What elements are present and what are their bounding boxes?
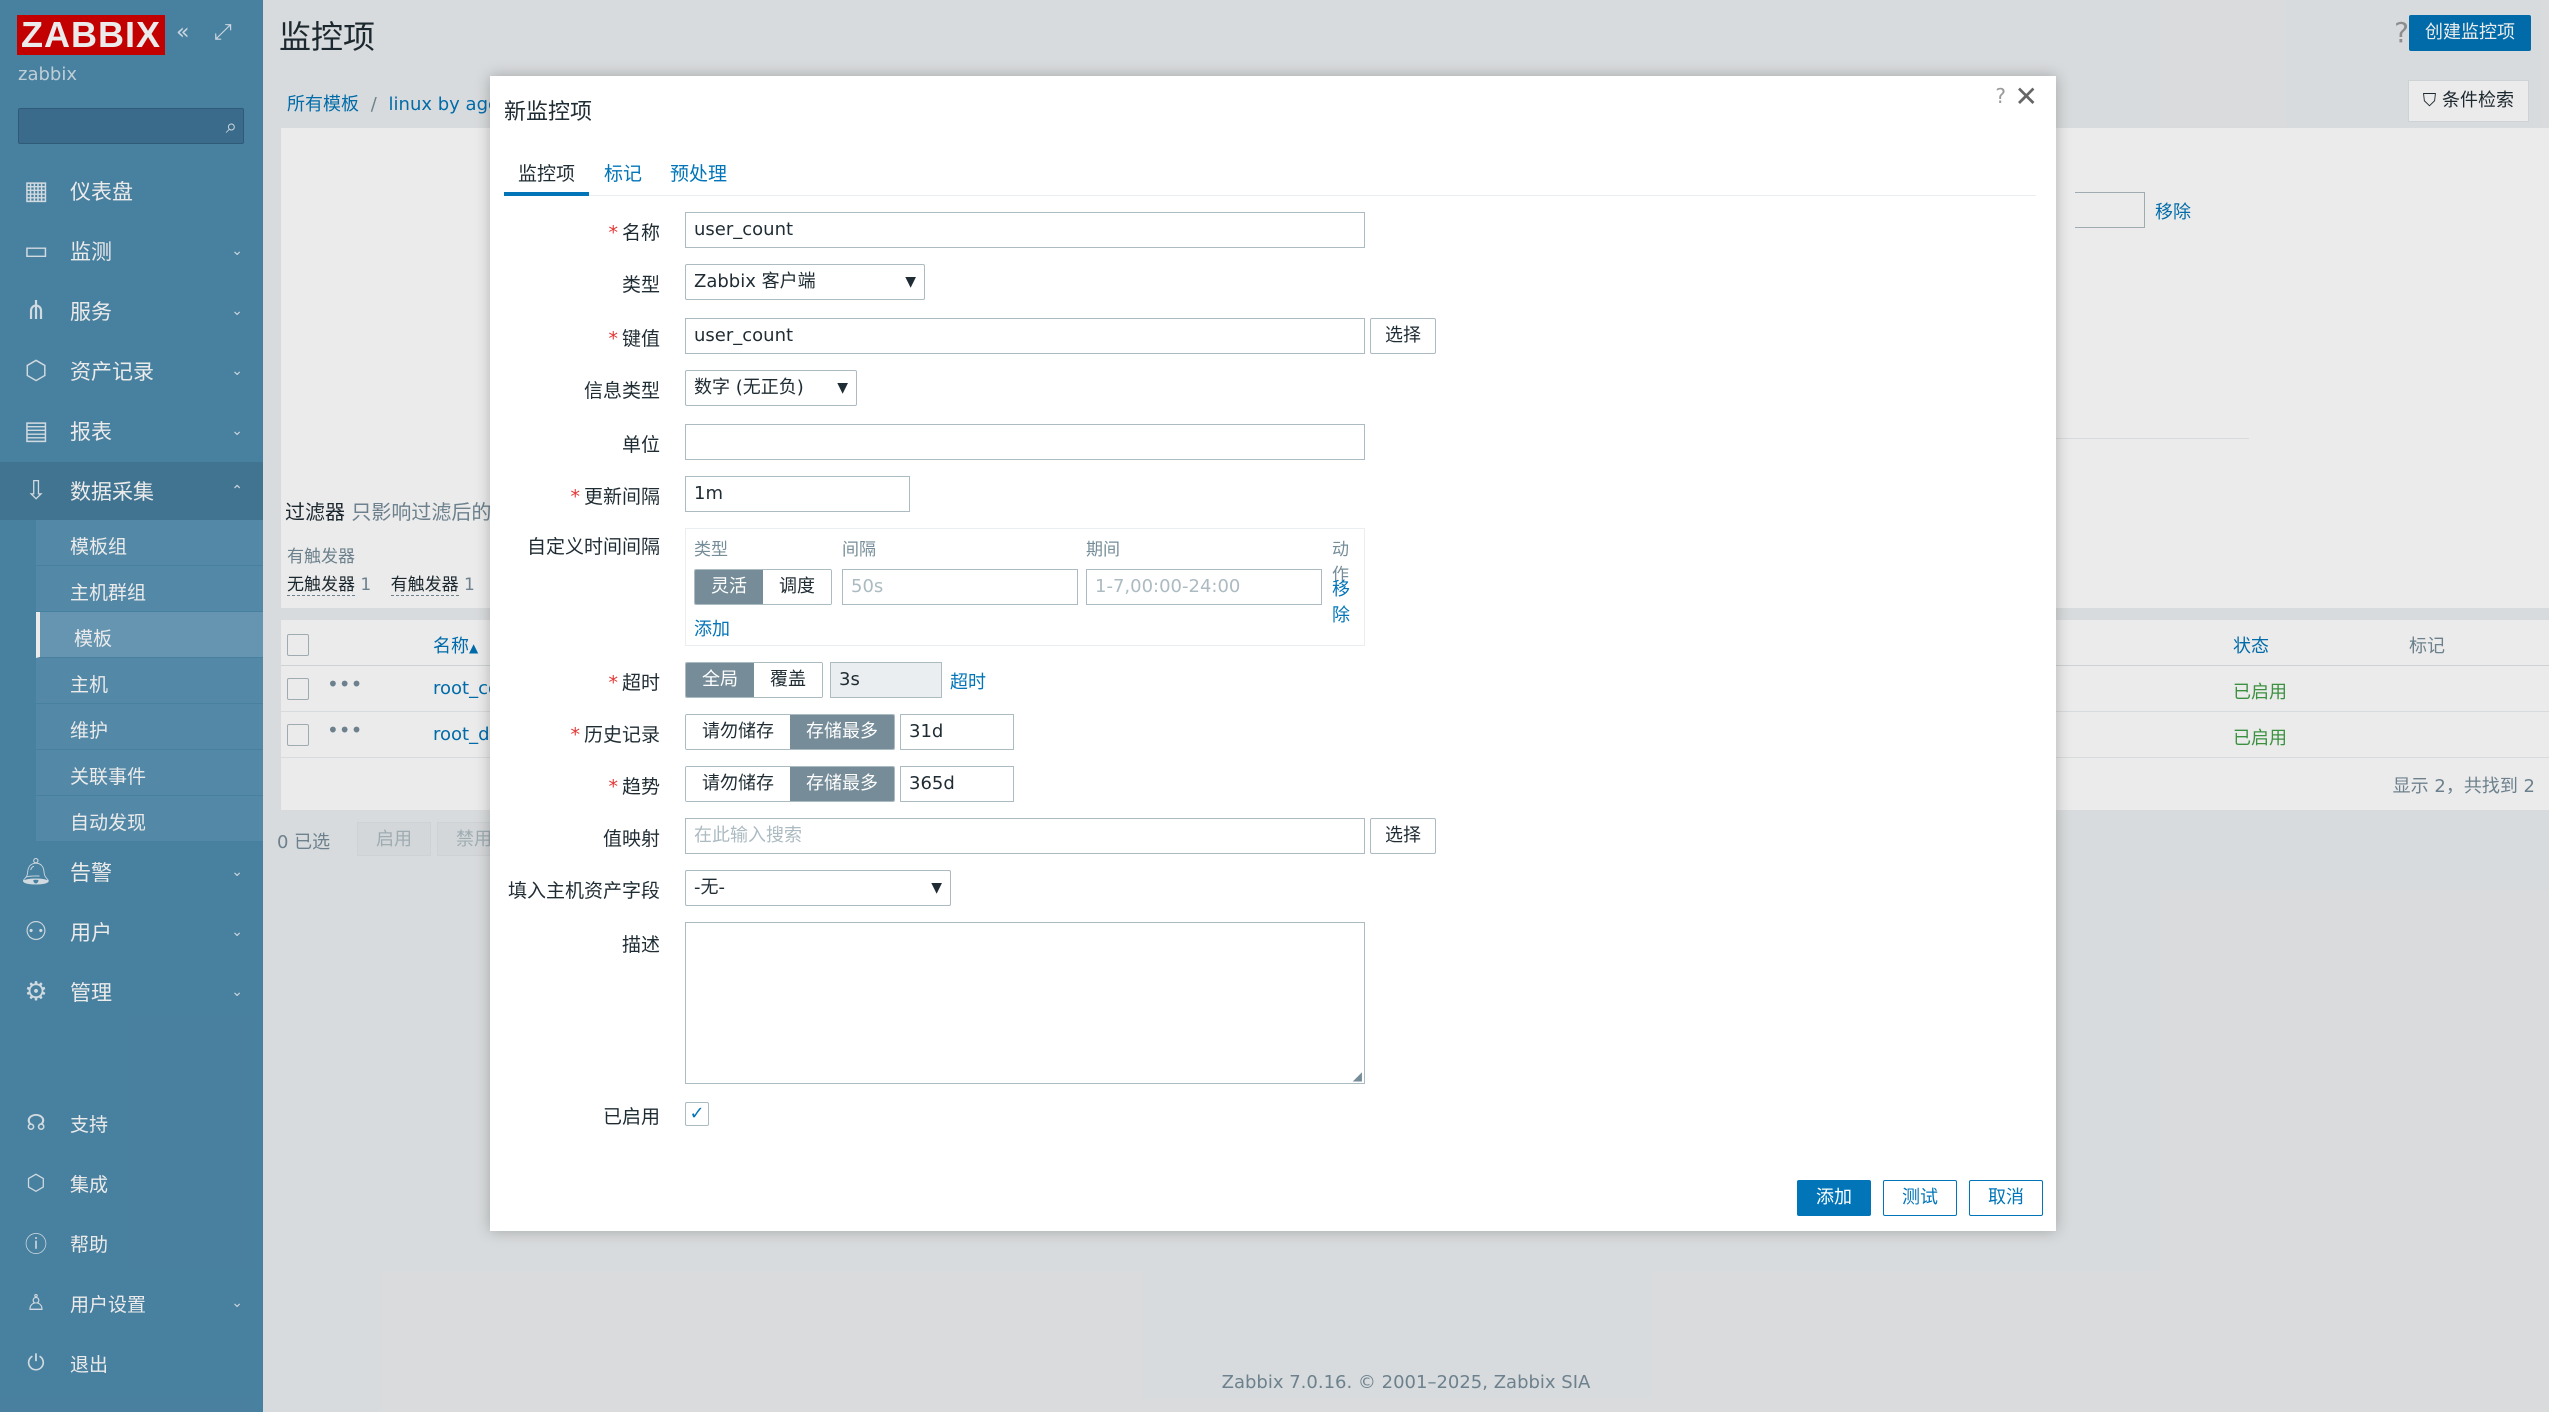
history-label: * 历史记录 (400, 720, 660, 747)
type-select-value: Zabbix 客户端 (694, 271, 816, 292)
flexible-option[interactable]: 灵活 (695, 570, 763, 604)
custom-period-placeholder: 1-7,00:00-24:00 (1095, 576, 1241, 597)
test-button[interactable]: 测试 (1883, 1180, 1957, 1216)
units-label: 单位 (621, 434, 660, 456)
cancel-button[interactable]: 取消 (1969, 1180, 2043, 1216)
custom-intervals-label: 自定义时间间隔 (526, 536, 660, 558)
custom-interval-type-toggle: 灵活 调度 (694, 569, 832, 605)
history-store-up-to-option[interactable]: 存储最多 (790, 715, 894, 749)
tab-item[interactable]: 监控项 (504, 156, 590, 196)
required-marker: * (608, 776, 618, 798)
timeout-override-option[interactable]: 覆盖 (754, 663, 822, 697)
required-marker: * (608, 328, 618, 350)
valuemap-label: 值映射 (602, 828, 660, 850)
enabled-checkbox[interactable]: ✓ (685, 1102, 709, 1126)
trends-toggle: 请勿储存 存储最多 (685, 766, 895, 802)
add-button[interactable]: 添加 (1797, 1180, 1871, 1216)
dialog-title: 新监控项 (504, 100, 593, 125)
inventory-label: 填入主机资产字段 (507, 880, 660, 902)
custom-interval-remove-link[interactable]: 移除 (1332, 575, 1364, 627)
trends-label-text: 趋势 (621, 776, 660, 798)
info-type-value: 数字 (无正负) (694, 377, 804, 398)
key-select-button[interactable]: 选择 (1370, 318, 1436, 354)
update-interval-label-text: 更新间隔 (583, 486, 660, 508)
enabled-label: 已启用 (602, 1106, 660, 1128)
custom-period-input[interactable]: 1-7,00:00-24:00 (1086, 569, 1322, 605)
custom-interval-placeholder: 50s (851, 576, 884, 597)
custom-col-interval: 间隔 (842, 540, 876, 560)
valuemap-input[interactable]: 在此输入搜索 (685, 818, 1365, 854)
timeout-input[interactable]: 3s (830, 662, 942, 698)
timeout-toggle: 全局 覆盖 (685, 662, 823, 698)
inventory-select-value: -无- (694, 877, 725, 898)
chevron-down-icon: ▼ (931, 880, 942, 896)
checkmark-icon: ✓ (689, 1103, 705, 1124)
name-input[interactable]: user_count (685, 212, 1365, 248)
name-label-text: 名称 (621, 222, 660, 244)
trends-do-not-store-option[interactable]: 请勿储存 (686, 767, 790, 801)
update-interval-input[interactable]: 1m (685, 476, 910, 512)
resize-handle-icon[interactable]: ◢ (1353, 1069, 1362, 1083)
dialog-tabs: 监控项 标记 预处理 (504, 156, 2036, 196)
description-textarea[interactable]: ◢ (685, 922, 1365, 1084)
required-marker: * (608, 222, 618, 244)
key-label: * 键值 (400, 324, 660, 351)
trends-label: * 趋势 (400, 772, 660, 799)
custom-interval-add-link[interactable]: 添加 (694, 615, 730, 641)
update-interval-label: * 更新间隔 (400, 482, 660, 509)
close-icon[interactable]: ✕ (2015, 80, 2038, 113)
key-label-text: 键值 (621, 328, 660, 350)
custom-col-period: 期间 (1086, 540, 1120, 560)
history-label-text: 历史记录 (583, 724, 660, 746)
history-do-not-store-option[interactable]: 请勿储存 (686, 715, 790, 749)
tab-tags[interactable]: 标记 (590, 156, 656, 196)
description-label: 描述 (621, 934, 660, 956)
custom-col-type: 类型 (694, 540, 728, 560)
inventory-select[interactable]: -无- ▼ (685, 870, 951, 906)
tab-preprocessing[interactable]: 预处理 (656, 156, 741, 196)
trends-input[interactable]: 365d (900, 766, 1014, 802)
history-toggle: 请勿储存 存储最多 (685, 714, 895, 750)
scheduling-option[interactable]: 调度 (763, 570, 831, 604)
custom-intervals-table: 类型 间隔 期间 动作 灵活 调度 50s 1-7,00:00-24:00 移除… (685, 528, 1365, 646)
timeout-label-text: 超时 (621, 672, 660, 694)
timeout-link[interactable]: 超时 (950, 668, 986, 694)
timeout-label: * 超时 (400, 668, 660, 695)
required-marker: * (570, 486, 580, 508)
name-label: * 名称 (400, 218, 660, 245)
type-select[interactable]: Zabbix 客户端 ▼ (685, 264, 925, 300)
new-item-dialog: 新监控项 ? ✕ 监控项 标记 预处理 * 名称 user_count 类型 Za… (490, 76, 2056, 1231)
custom-interval-input[interactable]: 50s (842, 569, 1078, 605)
history-input[interactable]: 31d (900, 714, 1014, 750)
info-type-select[interactable]: 数字 (无正负) ▼ (685, 370, 857, 406)
chevron-down-icon: ▼ (905, 274, 916, 290)
required-marker: * (570, 724, 580, 746)
valuemap-placeholder: 在此输入搜索 (694, 825, 802, 846)
chevron-down-icon: ▼ (837, 380, 848, 396)
trends-store-up-to-option[interactable]: 存储最多 (790, 767, 894, 801)
valuemap-select-button[interactable]: 选择 (1370, 818, 1436, 854)
type-label: 类型 (621, 274, 660, 296)
units-input[interactable] (685, 424, 1365, 460)
timeout-global-option[interactable]: 全局 (686, 663, 754, 697)
required-marker: * (608, 672, 618, 694)
key-input[interactable]: user_count (685, 318, 1365, 354)
info-type-label: 信息类型 (583, 380, 660, 402)
dialog-help-icon[interactable]: ? (1995, 84, 2006, 108)
